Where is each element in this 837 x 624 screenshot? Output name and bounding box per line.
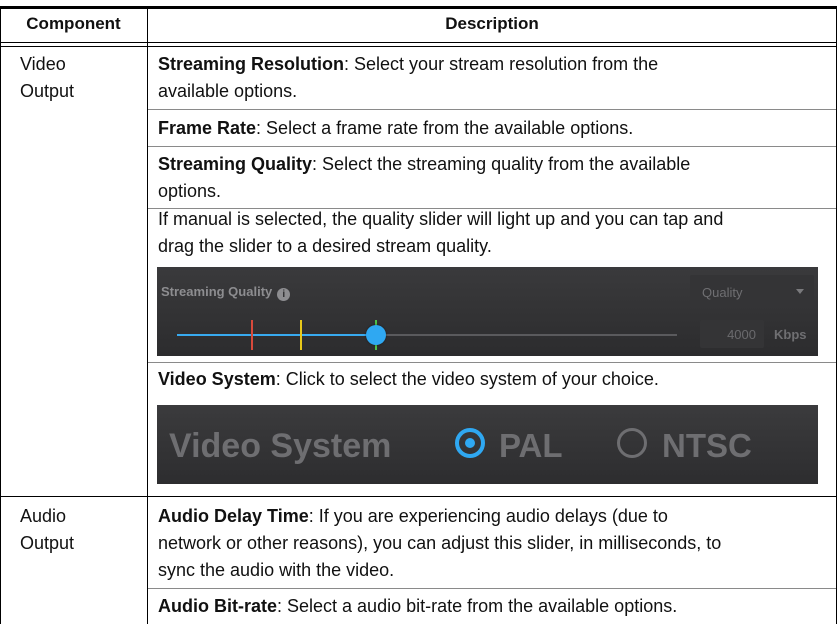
desc-text: : Select your stream resolution from the [344, 54, 659, 74]
desc-text: : Select a frame rate from the available… [256, 118, 634, 138]
term-label: Streaming Quality [158, 154, 313, 174]
cell-divider [148, 588, 836, 589]
term-label: Audio Bit-rate [158, 596, 277, 616]
desc-text: network or other reasons), you can adjus… [158, 533, 722, 553]
desc-streaming-resolution: Streaming Resolution: Select your stream… [158, 51, 828, 105]
cell-divider [148, 362, 836, 363]
component-label-line: Video [20, 54, 66, 74]
desc-video-system: Video System: Click to select the video … [158, 366, 828, 393]
column-divider [147, 6, 148, 624]
bitrate-input[interactable]: 4000 [700, 320, 764, 348]
desc-text: : Select the streaming quality from the … [312, 154, 691, 174]
component-video-output: Video Output [20, 51, 140, 105]
term-label: Video System [158, 369, 276, 389]
quality-slider-fill [177, 334, 376, 336]
term-label: Streaming Resolution [158, 54, 345, 74]
header-rule-double [0, 46, 837, 47]
header-description: Description [445, 14, 539, 33]
bitrate-unit: Kbps [774, 327, 807, 342]
streaming-quality-panel: Streaming Quality i Quality 4000 Kbps [157, 267, 818, 356]
video-system-panel: Video System PAL NTSC [157, 405, 818, 484]
desc-frame-rate: Frame Rate: Select a frame rate from the… [158, 115, 828, 142]
radio-pal-selected-icon[interactable] [455, 428, 485, 458]
radio-label-pal[interactable]: PAL [499, 427, 563, 465]
desc-text: options. [158, 181, 222, 201]
component-label-line: Audio [20, 506, 67, 526]
desc-text: sync the audio with the video. [158, 560, 395, 580]
quality-marker-red [251, 320, 253, 350]
cell-divider [148, 146, 836, 147]
quality-dropdown[interactable]: Quality [690, 275, 814, 308]
component-audio-output: Audio Output [20, 503, 140, 557]
component-label-line: Output [20, 533, 75, 553]
desc-audio-delay-time: Audio Delay Time: If you are experiencin… [158, 503, 828, 584]
streaming-quality-title: Streaming Quality i [161, 284, 291, 301]
component-label-line: Output [20, 81, 75, 101]
radio-label-ntsc[interactable]: NTSC [662, 427, 752, 465]
desc-audio-bit-rate: Audio Bit-rate: Select a audio bit-rate … [158, 593, 828, 620]
component-table: Component Description Video Output Strea… [0, 0, 837, 624]
info-icon[interactable]: i [277, 288, 291, 301]
cell-divider [148, 109, 836, 110]
desc-text: : Click to select the video system of yo… [275, 369, 659, 389]
term-label: Audio Delay Time [158, 506, 309, 526]
desc-manual-quality: If manual is selected, the quality slide… [158, 206, 828, 260]
radio-ntsc-icon[interactable] [617, 428, 647, 458]
streaming-quality-label: Streaming Quality [161, 284, 273, 299]
bitrate-value: 4000 [727, 327, 756, 342]
chevron-down-icon [796, 289, 804, 294]
quality-dropdown-value: Quality [702, 285, 743, 300]
table-top-rule [0, 6, 837, 9]
desc-text: If manual is selected, the quality slide… [158, 209, 724, 229]
desc-text: drag the slider to a desired stream qual… [158, 236, 492, 256]
quality-slider-handle[interactable] [366, 325, 386, 345]
term-label: Frame Rate [158, 118, 257, 138]
header-rule [0, 42, 837, 43]
desc-text: : If you are experiencing audio delays (… [308, 506, 668, 526]
desc-text: : Select a audio bit-rate from the avail… [277, 596, 678, 616]
table-border-left [0, 6, 1, 624]
video-system-title: Video System [169, 427, 392, 465]
desc-text: available options. [158, 81, 298, 101]
header-component: Component [26, 14, 121, 33]
desc-streaming-quality: Streaming Quality: Select the streaming … [158, 151, 828, 205]
quality-marker-yellow [300, 320, 302, 350]
row-divider [0, 496, 837, 497]
